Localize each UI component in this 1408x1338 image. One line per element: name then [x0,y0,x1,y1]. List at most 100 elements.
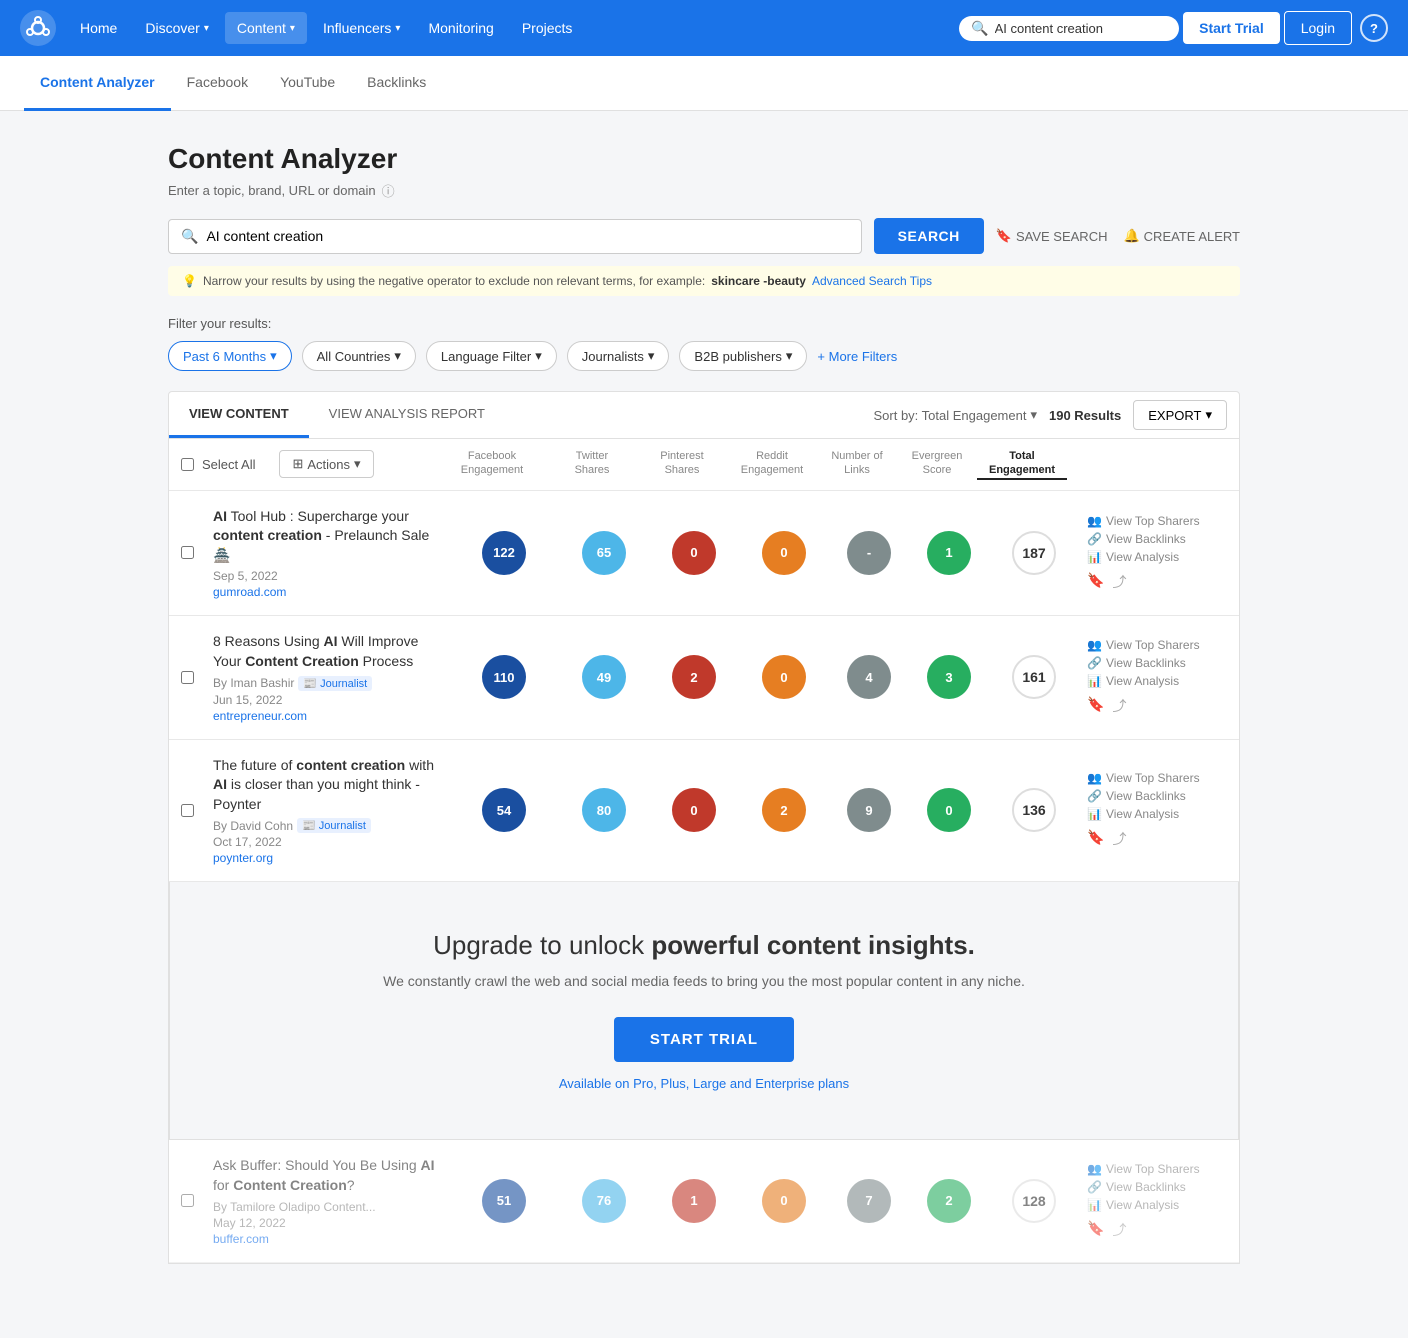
select-all-label: Select All [202,457,255,472]
view-backlinks-link-4[interactable]: 🔗 View Backlinks [1087,1180,1231,1194]
view-backlinks-link-1[interactable]: 🔗 View Backlinks [1087,532,1231,546]
link-icon: 🔗 [1087,532,1102,546]
journalist-badge-2: 📰 Journalist [298,676,372,691]
filter-journalists[interactable]: Journalists ▾ [567,341,670,371]
chart-icon: 📊 [1087,807,1102,821]
view-analysis-link-3[interactable]: 📊 View Analysis [1087,807,1231,821]
login-button[interactable]: Login [1284,11,1352,45]
view-analysis-link-2[interactable]: 📊 View Analysis [1087,674,1231,688]
row-domain-2[interactable]: entrepreneur.com [213,709,441,723]
upgrade-plans-link[interactable]: Available on Pro, Plus, Large and Enterp… [194,1076,1214,1091]
row-title-1: AI Tool Hub : Supercharge your content c… [205,507,449,600]
row-checkbox-2[interactable] [169,671,205,684]
tip-example: skincare -beauty [711,274,806,288]
start-trial-button[interactable]: Start Trial [1183,12,1280,44]
view-backlinks-link-2[interactable]: 🔗 View Backlinks [1087,656,1231,670]
upgrade-desc: We constantly crawl the web and social m… [194,973,1214,989]
view-top-sharers-link-2[interactable]: 👥 View Top Sharers [1087,638,1231,652]
chevron-down-icon: ▾ [786,348,793,364]
metric-pi-4: 1 [649,1179,739,1223]
metric-tw-2: 49 [559,655,649,699]
tab-facebook[interactable]: Facebook [171,56,264,111]
sort-label[interactable]: Sort by: Total Engagement ▾ [873,407,1037,423]
nav-monitoring[interactable]: Monitoring [416,12,505,44]
nav-home[interactable]: Home [68,12,129,44]
view-top-sharers-link-3[interactable]: 👥 View Top Sharers [1087,771,1231,785]
upgrade-banner: Upgrade to unlock powerful content insig… [169,882,1239,1140]
share-icon[interactable]: ⤴ [1112,572,1126,592]
tab-content-analyzer[interactable]: Content Analyzer [24,56,171,111]
metric-te-2: 161 [989,655,1079,699]
navbar: Home Discover ▾ Content ▾ Influencers ▾ … [0,0,1408,56]
filter-label: Filter your results: [168,316,1240,331]
bookmark-icon[interactable]: 🔖 [1087,829,1104,849]
row-checkbox-1[interactable] [169,546,205,559]
tip-row: 💡 Narrow your results by using the negat… [168,266,1240,296]
row-domain-3[interactable]: poynter.org [213,851,441,865]
filter-language[interactable]: Language Filter ▾ [426,341,557,371]
col-header-pi: PinterestShares [637,449,727,480]
search-button[interactable]: SEARCH [874,218,984,254]
chevron-down-icon: ▾ [354,456,361,472]
row-actions-3: 👥 View Top Sharers 🔗 View Backlinks 📊 Vi… [1079,771,1239,849]
select-all-checkbox[interactable] [181,458,194,471]
actions-button[interactable]: ⊞ EXPORT Actions ▾ [279,450,373,478]
chevron-down-icon: ▾ [648,348,655,364]
filter-countries[interactable]: All Countries ▾ [302,341,416,371]
main-content: Content Analyzer Enter a topic, brand, U… [144,111,1264,1296]
row-domain-4[interactable]: buffer.com [213,1232,441,1246]
metric-te-4: 128 [989,1179,1079,1223]
metric-pi-1: 0 [649,531,739,575]
chevron-down-icon: ▾ [270,348,277,364]
tab-youtube[interactable]: YouTube [264,56,351,111]
filter-past-months[interactable]: Past 6 Months ▾ [168,341,292,371]
bookmark-icon[interactable]: 🔖 [1087,1220,1104,1240]
row-icon-row-3: 🔖 ⤴ [1087,829,1231,849]
chevron-down-icon: ▾ [395,23,400,34]
sharers-icon: 👥 [1087,1162,1102,1176]
row-domain-1[interactable]: gumroad.com [213,585,441,599]
advanced-search-tips-link[interactable]: Advanced Search Tips [812,274,932,288]
nav-influencers[interactable]: Influencers ▾ [311,12,413,44]
sharers-icon: 👥 [1087,771,1102,785]
view-top-sharers-link-4[interactable]: 👥 View Top Sharers [1087,1162,1231,1176]
share-icon[interactable]: ⤴ [1112,1220,1126,1240]
bookmark-icon[interactable]: 🔖 [1087,696,1104,716]
metric-re-2: 0 [739,655,829,699]
col-header-actions [1067,449,1227,480]
more-filters-button[interactable]: + More Filters [817,349,897,364]
create-alert-link[interactable]: 🔔 CREATE ALERT [1123,228,1240,244]
start-trial-big-button[interactable]: START TRIAL [614,1017,794,1062]
view-analysis-link-4[interactable]: 📊 View Analysis [1087,1198,1231,1212]
search-box: 🔍 [168,219,862,254]
share-icon[interactable]: ⤴ [1112,696,1126,716]
view-analysis-link-1[interactable]: 📊 View Analysis [1087,550,1231,564]
row-title-3: The future of content creation with AI i… [205,756,449,866]
tab-view-analysis[interactable]: VIEW ANALYSIS REPORT [309,392,505,438]
metric-tw-1: 65 [559,531,649,575]
nav-projects[interactable]: Projects [510,12,585,44]
row-icon-row-2: 🔖 ⤴ [1087,696,1231,716]
filter-b2b[interactable]: B2B publishers ▾ [679,341,807,371]
tab-view-content[interactable]: VIEW CONTENT [169,392,309,438]
metric-te-3: 136 [989,788,1079,832]
save-search-link[interactable]: 🔖 SAVE SEARCH [996,228,1108,244]
help-icon[interactable]: ? [1360,14,1388,42]
view-top-sharers-link-1[interactable]: 👥 View Top Sharers [1087,514,1231,528]
share-icon[interactable]: ⤴ [1112,829,1126,849]
export-button[interactable]: EXPORT ▾ [1133,400,1227,430]
search-input[interactable] [206,228,848,244]
tab-backlinks[interactable]: Backlinks [351,56,442,111]
nav-content[interactable]: Content ▾ [225,12,307,44]
row-checkbox-4[interactable] [169,1194,205,1207]
bookmark-icon[interactable]: 🔖 [1087,572,1104,592]
nav-discover[interactable]: Discover ▾ [133,12,221,44]
info-icon[interactable]: ⓘ [382,181,395,200]
chevron-down-icon: ▾ [1030,407,1037,423]
view-backlinks-link-3[interactable]: 🔗 View Backlinks [1087,789,1231,803]
row-checkbox-3[interactable] [169,804,205,817]
chevron-down-icon: ▾ [290,23,295,34]
logo[interactable] [20,10,56,46]
nav-search-input[interactable] [995,21,1168,36]
col-header-te: TotalEngagement [977,449,1067,480]
